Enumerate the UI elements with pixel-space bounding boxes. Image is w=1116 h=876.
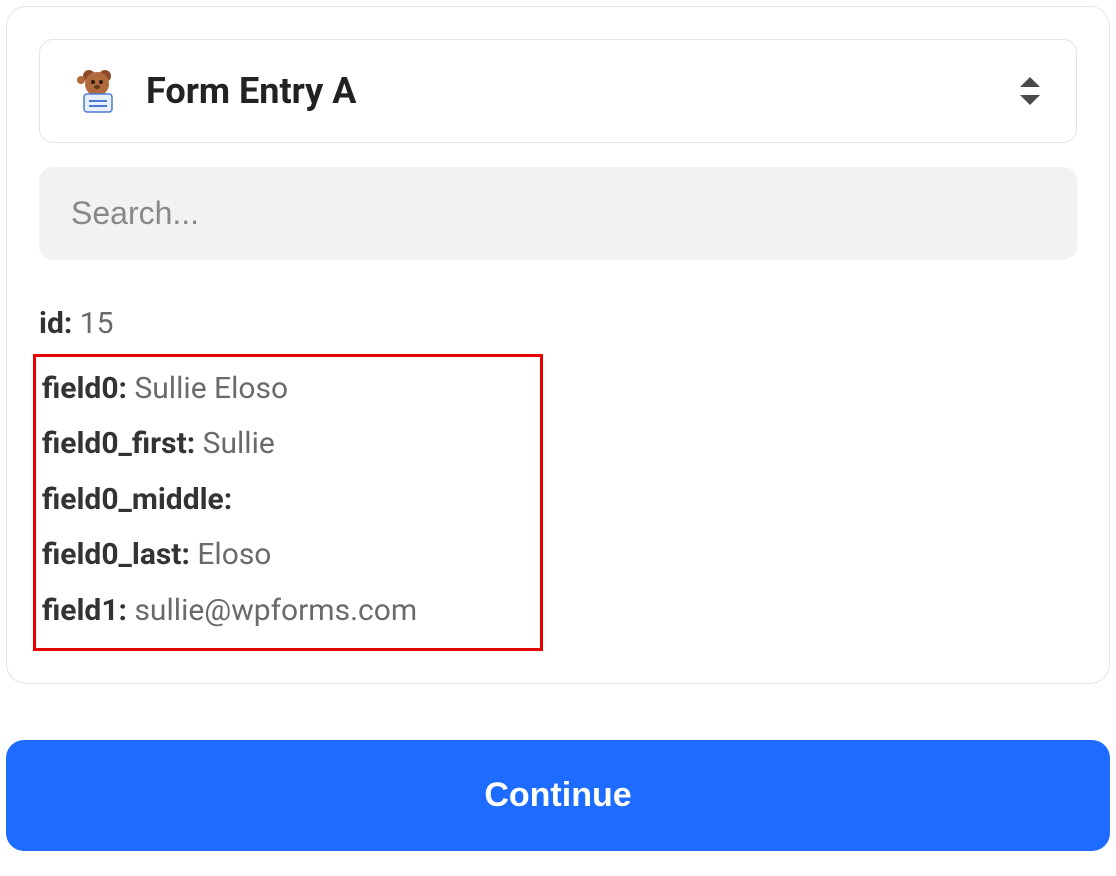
field-key: field0_first: [42,426,203,461]
continue-button[interactable]: Continue [6,740,1110,851]
form-selector[interactable]: Form Entry A [39,39,1077,143]
search-input[interactable] [71,195,1045,232]
highlight-box: field0: Sullie Eloso field0_first: Sulli… [33,354,543,652]
form-entry-card: Form Entry A id: 15 field0: Sullie Eloso… [6,6,1110,684]
field-row-field0: field0: Sullie Eloso [42,361,534,417]
form-selector-label: Form Entry A [146,70,1016,112]
field-value: sullie@wpforms.com [134,593,417,628]
field-key: field0_last: [42,537,197,572]
bear-mascot-icon [72,66,122,116]
field-row-id: id: 15 [39,296,1077,352]
field-value: Sullie [203,426,275,461]
field-list: id: 15 field0: Sullie Eloso field0_first… [39,296,1077,651]
field-row-field0-first: field0_first: Sullie [42,416,534,472]
search-box[interactable] [39,167,1077,260]
field-key: field1: [42,593,134,628]
field-key: id: [39,306,80,341]
field-row-field1: field1: sullie@wpforms.com [42,583,534,639]
sort-updown-icon [1016,73,1044,109]
field-row-field0-last: field0_last: Eloso [42,527,534,583]
field-key: field0: [42,371,134,406]
field-value: Sullie Eloso [134,371,288,406]
field-value: 15 [80,306,114,341]
field-key: field0_middle: [42,482,232,517]
field-row-field0-middle: field0_middle: [42,472,534,528]
field-value: Eloso [197,537,271,572]
